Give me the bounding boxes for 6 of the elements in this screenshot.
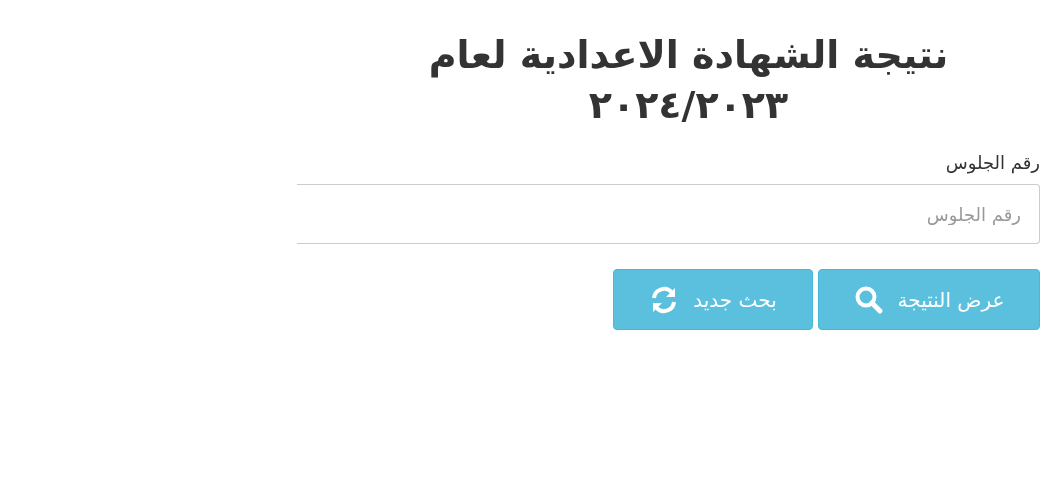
new-search-button[interactable]: بحث جديد <box>613 269 813 330</box>
field-label: رقم الجلوس <box>945 151 1040 176</box>
seat-number-field[interactable]: رقم الجلوس <box>297 184 1040 244</box>
page-title: نتيجة الشهادة الاعدادية لعام ٢٠٢٤/٢٠٢٣ <box>427 32 950 129</box>
search-icon <box>853 284 884 315</box>
show-result-button[interactable]: عرض النتيجة <box>818 269 1040 330</box>
